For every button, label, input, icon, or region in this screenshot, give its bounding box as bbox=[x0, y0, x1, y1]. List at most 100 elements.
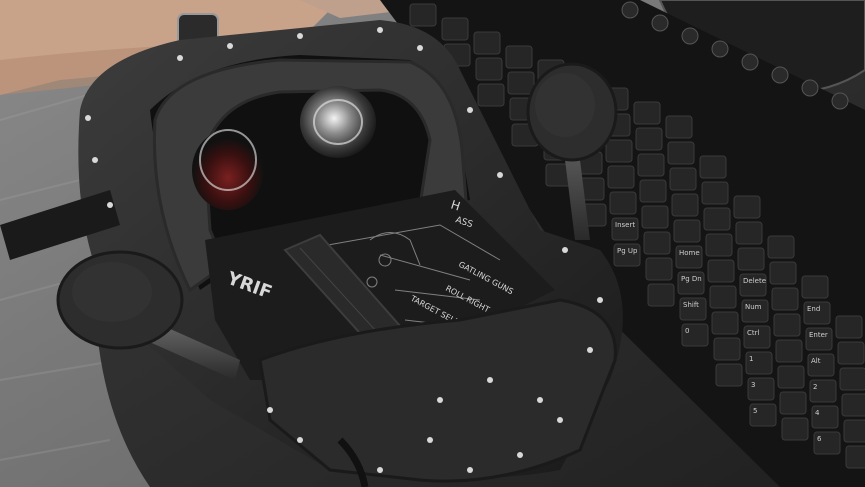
keyboard-key bbox=[505, 45, 533, 69]
keyboard-key bbox=[607, 165, 635, 189]
keyboard-key-label: Home bbox=[679, 249, 700, 257]
tracking-led bbox=[377, 467, 383, 473]
tracking-led bbox=[267, 407, 273, 413]
tracking-led bbox=[177, 55, 183, 61]
keyboard-key bbox=[473, 31, 501, 55]
tracking-led bbox=[437, 397, 443, 403]
keyboard-key bbox=[709, 285, 737, 309]
tracking-led bbox=[377, 27, 383, 33]
keyboard-key bbox=[711, 311, 739, 335]
keyboard-key bbox=[781, 417, 809, 441]
keyboard-key-label: Insert bbox=[615, 221, 635, 229]
keyboard-key bbox=[609, 191, 637, 215]
keyboard-key bbox=[477, 83, 505, 107]
keyboard-key-label: Num bbox=[745, 303, 762, 311]
keyboard-key bbox=[777, 365, 805, 389]
keyboard-key bbox=[705, 233, 733, 257]
tracking-led bbox=[467, 467, 473, 473]
keyboard-key bbox=[409, 3, 437, 27]
keyboard-key bbox=[699, 155, 727, 179]
keyboard-key bbox=[673, 219, 701, 243]
keyboard-key-label: Enter bbox=[809, 331, 828, 339]
keyboard-key bbox=[839, 367, 865, 391]
keyboard-key-label: Delete bbox=[743, 277, 766, 285]
keyboard-key bbox=[841, 393, 865, 417]
media-key bbox=[621, 1, 639, 19]
right-lens bbox=[300, 86, 376, 158]
keyboard-key bbox=[845, 445, 865, 469]
keyboard-key bbox=[645, 257, 673, 281]
keyboard-key bbox=[633, 101, 661, 125]
keyboard-key bbox=[737, 247, 765, 271]
keyboard-key bbox=[643, 231, 671, 255]
keyboard-key bbox=[735, 221, 763, 245]
keyboard-key bbox=[647, 283, 675, 307]
keyboard-key bbox=[713, 337, 741, 361]
tracking-led bbox=[92, 157, 98, 163]
keyboard-key bbox=[715, 363, 743, 387]
vr-headset-photo: Insert Home Delete End Pg Up Pg Dn Num Enter Shi… bbox=[0, 0, 865, 487]
keyboard-key bbox=[667, 141, 695, 165]
media-key bbox=[711, 40, 729, 58]
tracking-led bbox=[467, 107, 473, 113]
media-key bbox=[831, 92, 849, 110]
keyboard-key bbox=[605, 139, 633, 163]
keyboard-key-label: 3 bbox=[751, 381, 755, 389]
keyboard-key-label: End bbox=[807, 305, 820, 313]
tracking-led bbox=[85, 115, 91, 121]
keyboard-key bbox=[507, 71, 535, 95]
keyboard-key bbox=[837, 341, 865, 365]
keyboard-key bbox=[779, 391, 807, 415]
tracking-led bbox=[487, 377, 493, 383]
keyboard-key bbox=[801, 275, 829, 299]
keyboard-key bbox=[703, 207, 731, 231]
left-lens bbox=[192, 130, 264, 210]
keyboard-key bbox=[769, 261, 797, 285]
keyboard-key-label: 5 bbox=[753, 407, 757, 415]
tracking-led bbox=[562, 247, 568, 253]
tracking-led bbox=[297, 33, 303, 39]
tracking-led bbox=[107, 202, 113, 208]
keyboard-key bbox=[639, 179, 667, 203]
tracking-led bbox=[587, 347, 593, 353]
keyboard-key bbox=[635, 127, 663, 151]
keyboard-key bbox=[843, 419, 865, 443]
tracking-led bbox=[597, 297, 603, 303]
keyboard-key bbox=[637, 153, 665, 177]
keyboard-key bbox=[475, 57, 503, 81]
keyboard-key bbox=[671, 193, 699, 217]
tracking-led bbox=[297, 437, 303, 443]
keyboard-key-label: Shift bbox=[683, 301, 699, 309]
keyboard-key bbox=[775, 339, 803, 363]
keyboard-key bbox=[707, 259, 735, 283]
tracking-led bbox=[537, 397, 543, 403]
tracking-led bbox=[517, 452, 523, 458]
tracking-led bbox=[557, 417, 563, 423]
keyboard-key bbox=[641, 205, 669, 229]
keyboard-key bbox=[733, 195, 761, 219]
keyboard-key-label: 2 bbox=[813, 383, 817, 391]
keyboard-key bbox=[771, 287, 799, 311]
keyboard-key bbox=[835, 315, 863, 339]
media-key bbox=[771, 66, 789, 84]
media-key bbox=[801, 79, 819, 97]
keyboard-key-label: Pg Up bbox=[617, 247, 638, 255]
keyboard-key-label: 6 bbox=[817, 435, 822, 443]
media-key bbox=[651, 14, 669, 32]
keyboard-key bbox=[773, 313, 801, 337]
keyboard-key bbox=[701, 181, 729, 205]
keyboard-key bbox=[441, 17, 469, 41]
keyboard-key bbox=[665, 115, 693, 139]
keyboard-key-label: 4 bbox=[815, 409, 820, 417]
keyboard-key bbox=[669, 167, 697, 191]
keyboard-key-label: Alt bbox=[811, 357, 821, 365]
keyboard-key-label: 0 bbox=[685, 327, 689, 335]
tracking-led bbox=[497, 172, 503, 178]
keyboard-key-label: Ctrl bbox=[747, 329, 760, 337]
media-key bbox=[681, 27, 699, 45]
keyboard-key bbox=[767, 235, 795, 259]
keyboard-key-label: 1 bbox=[749, 355, 753, 363]
tracking-led bbox=[417, 45, 423, 51]
keyboard-key-label: Pg Dn bbox=[681, 275, 702, 283]
tracking-led bbox=[227, 43, 233, 49]
